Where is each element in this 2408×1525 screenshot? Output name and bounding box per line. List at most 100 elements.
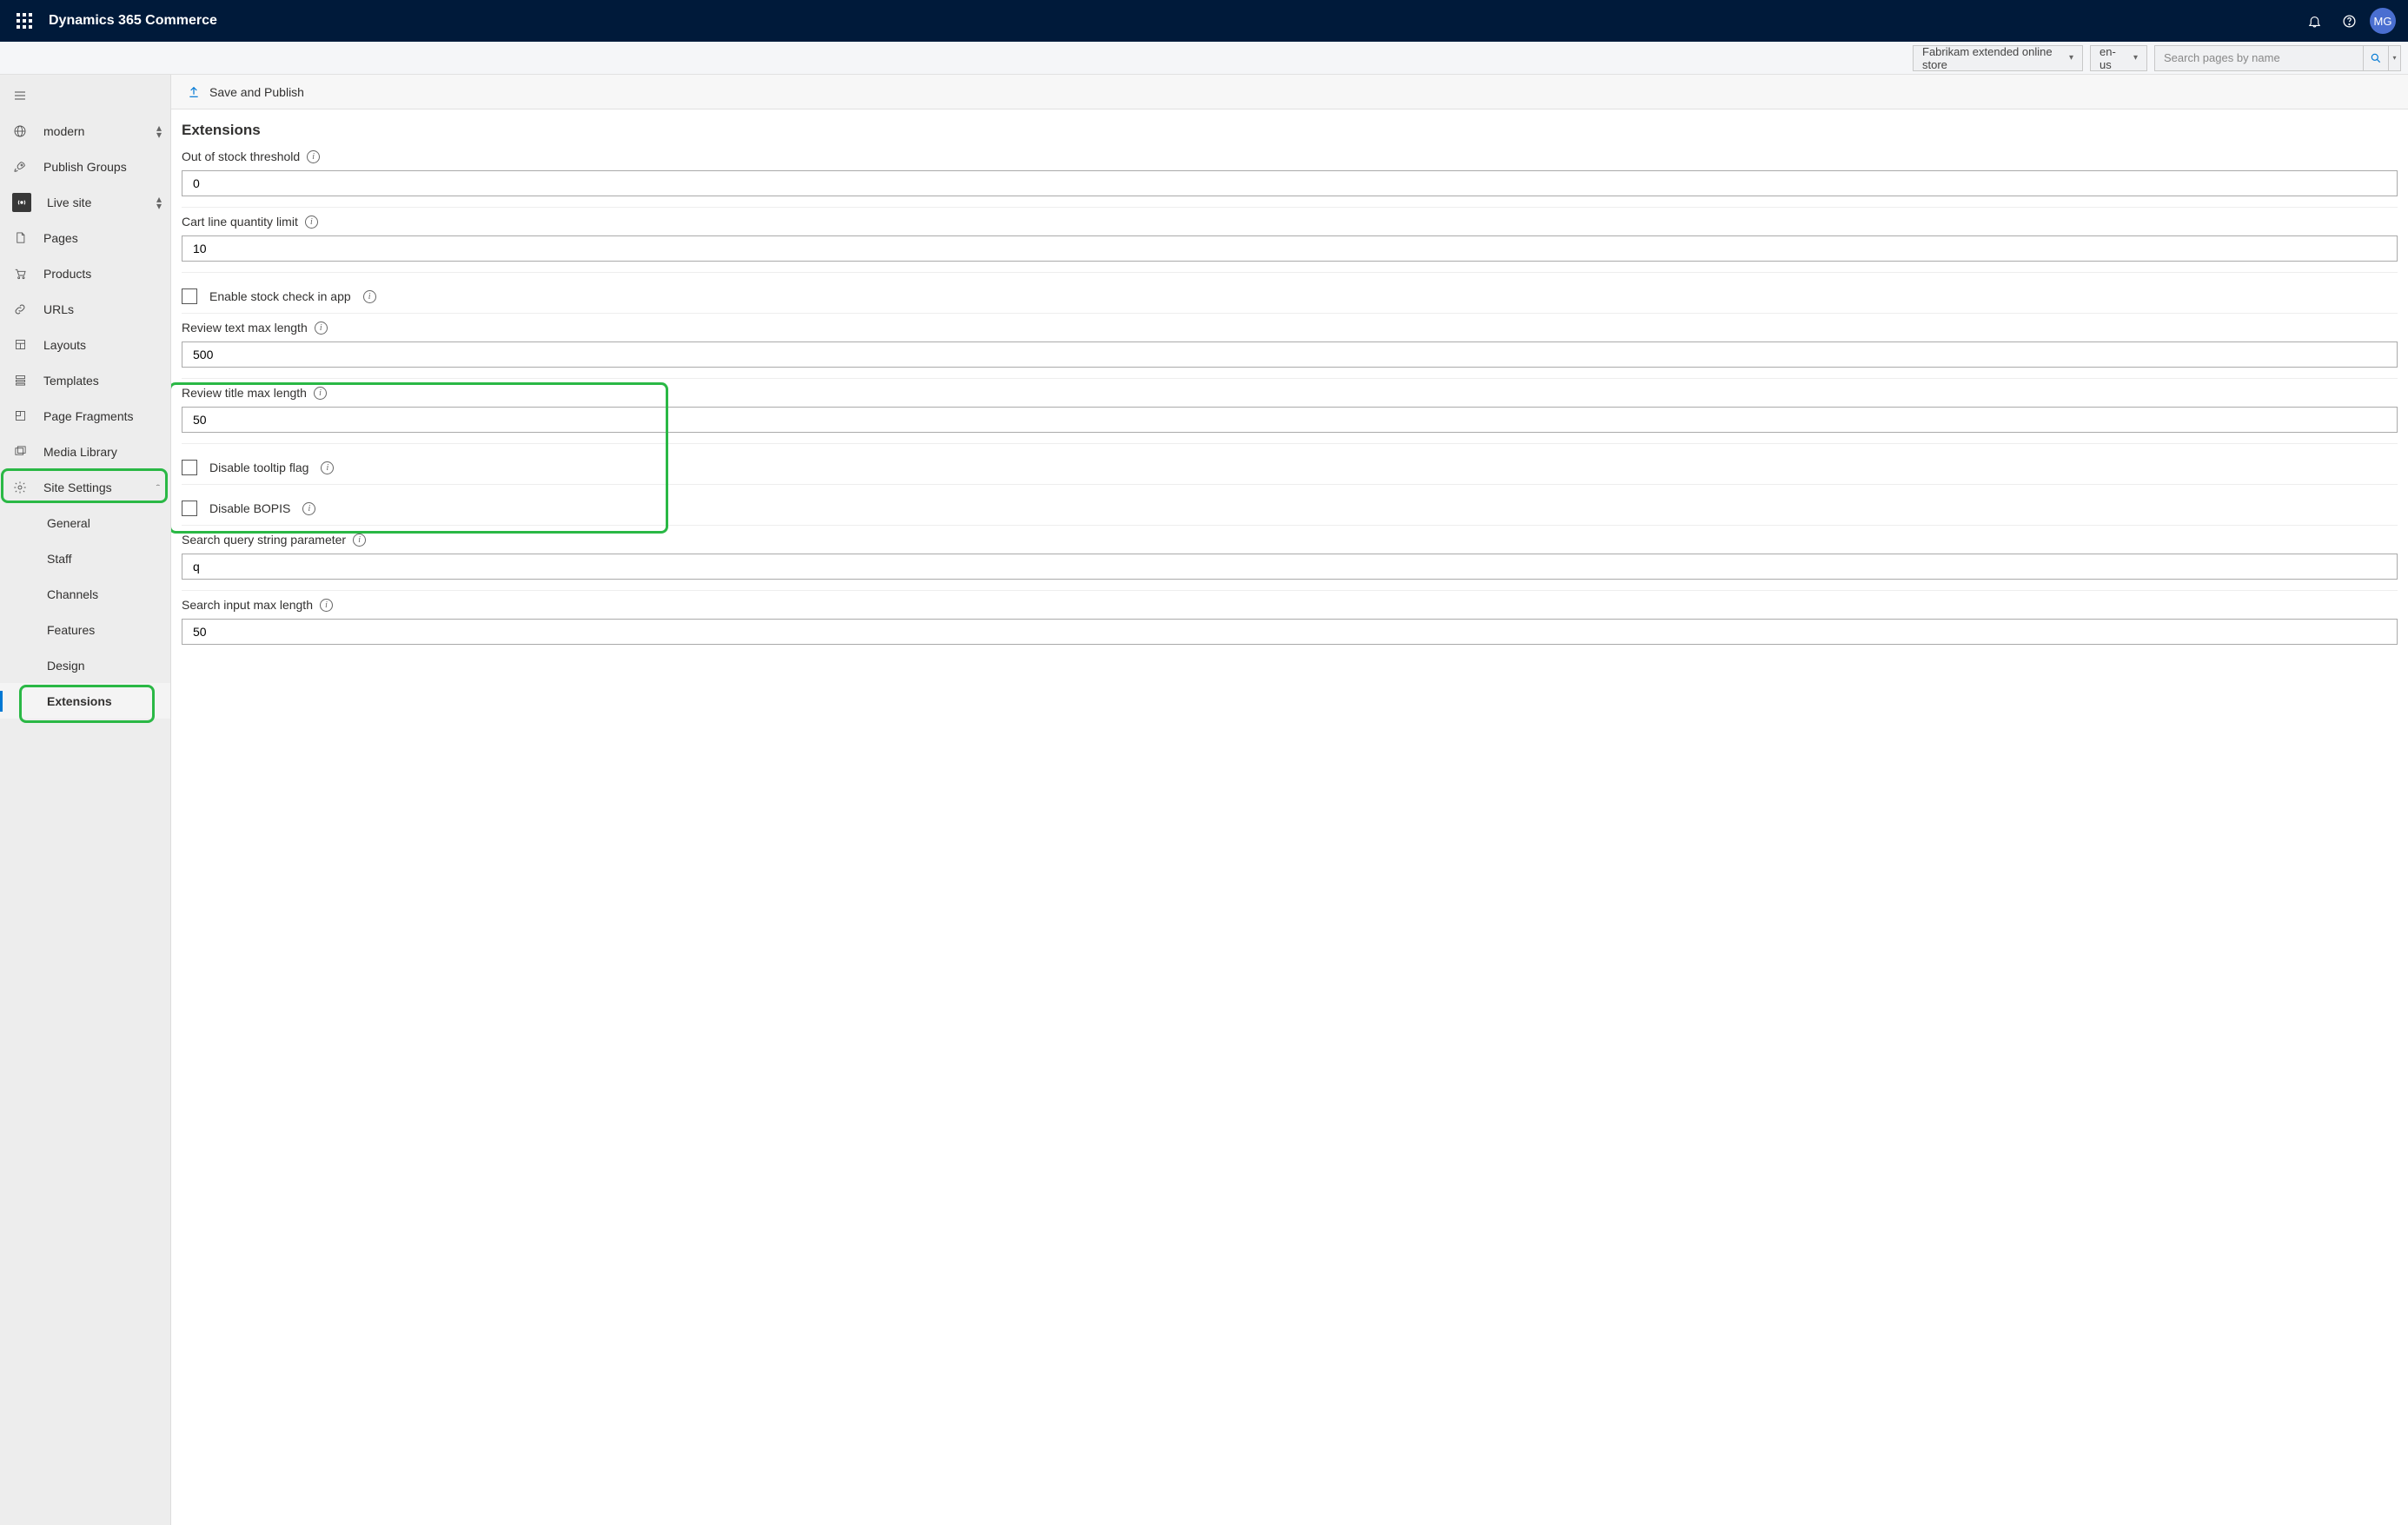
nav-site-settings[interactable]: Site Settings ⌃ (0, 469, 170, 505)
nav-pages[interactable]: Pages (0, 220, 170, 255)
nav-sub-design[interactable]: Design (0, 647, 170, 683)
field-label: Disable BOPIS (209, 501, 290, 515)
disable-bopis-checkbox[interactable] (182, 501, 197, 516)
user-avatar[interactable]: MG (2370, 8, 2396, 34)
info-icon[interactable]: i (314, 387, 327, 400)
nav-sub-features[interactable]: Features (0, 612, 170, 647)
content-scroll[interactable]: Extensions Out of stock threshold i Cart… (171, 109, 2408, 1525)
nav-label: Publish Groups (43, 160, 162, 174)
info-icon[interactable]: i (353, 534, 366, 547)
page-search-split-button[interactable]: ▾ (2389, 45, 2401, 71)
info-icon[interactable]: i (307, 150, 320, 163)
review-title-max-length-input[interactable] (182, 407, 2398, 433)
nav-live-site[interactable]: Live site ▴▾ (0, 184, 170, 220)
cart-line-quantity-limit-input[interactable] (182, 235, 2398, 262)
nav-layouts[interactable]: Layouts (0, 327, 170, 362)
info-icon[interactable]: i (305, 215, 318, 229)
field-label: Enable stock check in app (209, 289, 351, 303)
cart-icon (12, 266, 28, 282)
chevron-up-icon: ⌃ (155, 484, 162, 490)
broadcast-icon (12, 193, 31, 212)
content: Extensions Out of stock threshold i Cart… (171, 109, 2408, 671)
enable-stock-check-checkbox[interactable] (182, 288, 197, 304)
field-label: Disable tooltip flag (209, 461, 308, 474)
search-query-string-parameter-input[interactable] (182, 554, 2398, 580)
chevron-updown-icon: ▴▾ (156, 196, 162, 209)
nav-urls[interactable]: URLs (0, 291, 170, 327)
field-review-text-max-length: Review text max length i (182, 321, 2398, 379)
info-icon[interactable]: i (363, 290, 376, 303)
nav-label: Site Settings (43, 481, 139, 494)
info-icon[interactable]: i (302, 502, 315, 515)
body: modern ▴▾ Publish Groups Live site ▴▾ Pa… (0, 75, 2408, 1525)
fragment-icon (12, 408, 28, 424)
site-selector[interactable]: Fabrikam extended online store ▾ (1913, 45, 2083, 71)
disable-tooltip-flag-checkbox[interactable] (182, 460, 197, 475)
nav-sub-channels[interactable]: Channels (0, 576, 170, 612)
nav-collapse-toggle[interactable] (0, 78, 170, 113)
nav-templates[interactable]: Templates (0, 362, 170, 398)
field-label: Review title max length (182, 386, 307, 400)
nav-sub-extensions[interactable]: Extensions (0, 683, 170, 719)
site-selector-label: Fabrikam extended online store (1922, 45, 2060, 71)
save-and-publish-label: Save and Publish (209, 85, 304, 99)
rocket-icon (12, 159, 28, 175)
field-label: Search query string parameter (182, 533, 346, 547)
main: Save and Publish Extensions Out of stock… (171, 75, 2408, 1525)
locale-selector-label: en-us (2100, 45, 2125, 71)
field-disable-tooltip-flag: Disable tooltip flag i (182, 451, 2398, 485)
notifications-icon[interactable] (2297, 3, 2332, 38)
layout-icon (12, 337, 28, 353)
app-launcher-icon[interactable] (7, 3, 42, 38)
field-search-query-string-parameter: Search query string parameter i (182, 533, 2398, 591)
save-and-publish-button[interactable]: Save and Publish (187, 85, 304, 99)
page-search: ▾ (2154, 45, 2401, 71)
chevron-updown-icon: ▴▾ (156, 124, 162, 138)
nav-label: Media Library (43, 445, 162, 459)
nav-media-library[interactable]: Media Library (0, 434, 170, 469)
info-icon[interactable]: i (315, 322, 328, 335)
field-disable-bopis: Disable BOPIS i (182, 492, 2398, 526)
nav-publish-groups[interactable]: Publish Groups (0, 149, 170, 184)
page-icon (12, 230, 28, 246)
field-review-title-max-length: Review title max length i (182, 386, 2398, 444)
nav-label: Layouts (43, 338, 162, 352)
field-enable-stock-check: Enable stock check in app i (182, 280, 2398, 314)
review-text-max-length-input[interactable] (182, 341, 2398, 368)
search-input-max-length-input[interactable] (182, 619, 2398, 645)
info-icon[interactable]: i (320, 599, 333, 612)
nav-modern[interactable]: modern ▴▾ (0, 113, 170, 149)
left-nav: modern ▴▾ Publish Groups Live site ▴▾ Pa… (0, 75, 171, 1525)
nav-sub-staff[interactable]: Staff (0, 540, 170, 576)
command-bar: Save and Publish (171, 75, 2408, 109)
page-search-button[interactable] (2363, 45, 2389, 71)
field-label: Out of stock threshold (182, 149, 300, 163)
nav-sub-general[interactable]: General (0, 505, 170, 540)
help-icon[interactable] (2332, 3, 2366, 38)
field-search-input-max-length: Search input max length i (182, 598, 2398, 655)
nav-label: Live site (47, 196, 141, 209)
info-icon[interactable]: i (321, 461, 334, 474)
nav-page-fragments[interactable]: Page Fragments (0, 398, 170, 434)
nav-products[interactable]: Products (0, 255, 170, 291)
out-of-stock-threshold-input[interactable] (182, 170, 2398, 196)
template-icon (12, 373, 28, 388)
field-label: Cart line quantity limit (182, 215, 298, 229)
chevron-down-icon: ▾ (2133, 53, 2138, 63)
field-label: Review text max length (182, 321, 308, 335)
locale-selector[interactable]: en-us ▾ (2090, 45, 2147, 71)
globe-icon (12, 123, 28, 139)
context-bar: Fabrikam extended online store ▾ en-us ▾… (0, 42, 2408, 75)
top-bar: Dynamics 365 Commerce MG (0, 0, 2408, 42)
field-cart-line-quantity-limit: Cart line quantity limit i (182, 215, 2398, 273)
hamburger-icon (12, 88, 28, 103)
chevron-down-icon: ▾ (2069, 53, 2073, 63)
nav-label: modern (43, 124, 141, 138)
media-icon (12, 444, 28, 460)
page-search-input[interactable] (2154, 45, 2363, 71)
gear-icon (12, 480, 28, 495)
field-label: Search input max length (182, 598, 313, 612)
page-title: Extensions (182, 122, 2398, 139)
link-icon (12, 302, 28, 317)
nav-label: URLs (43, 302, 162, 316)
